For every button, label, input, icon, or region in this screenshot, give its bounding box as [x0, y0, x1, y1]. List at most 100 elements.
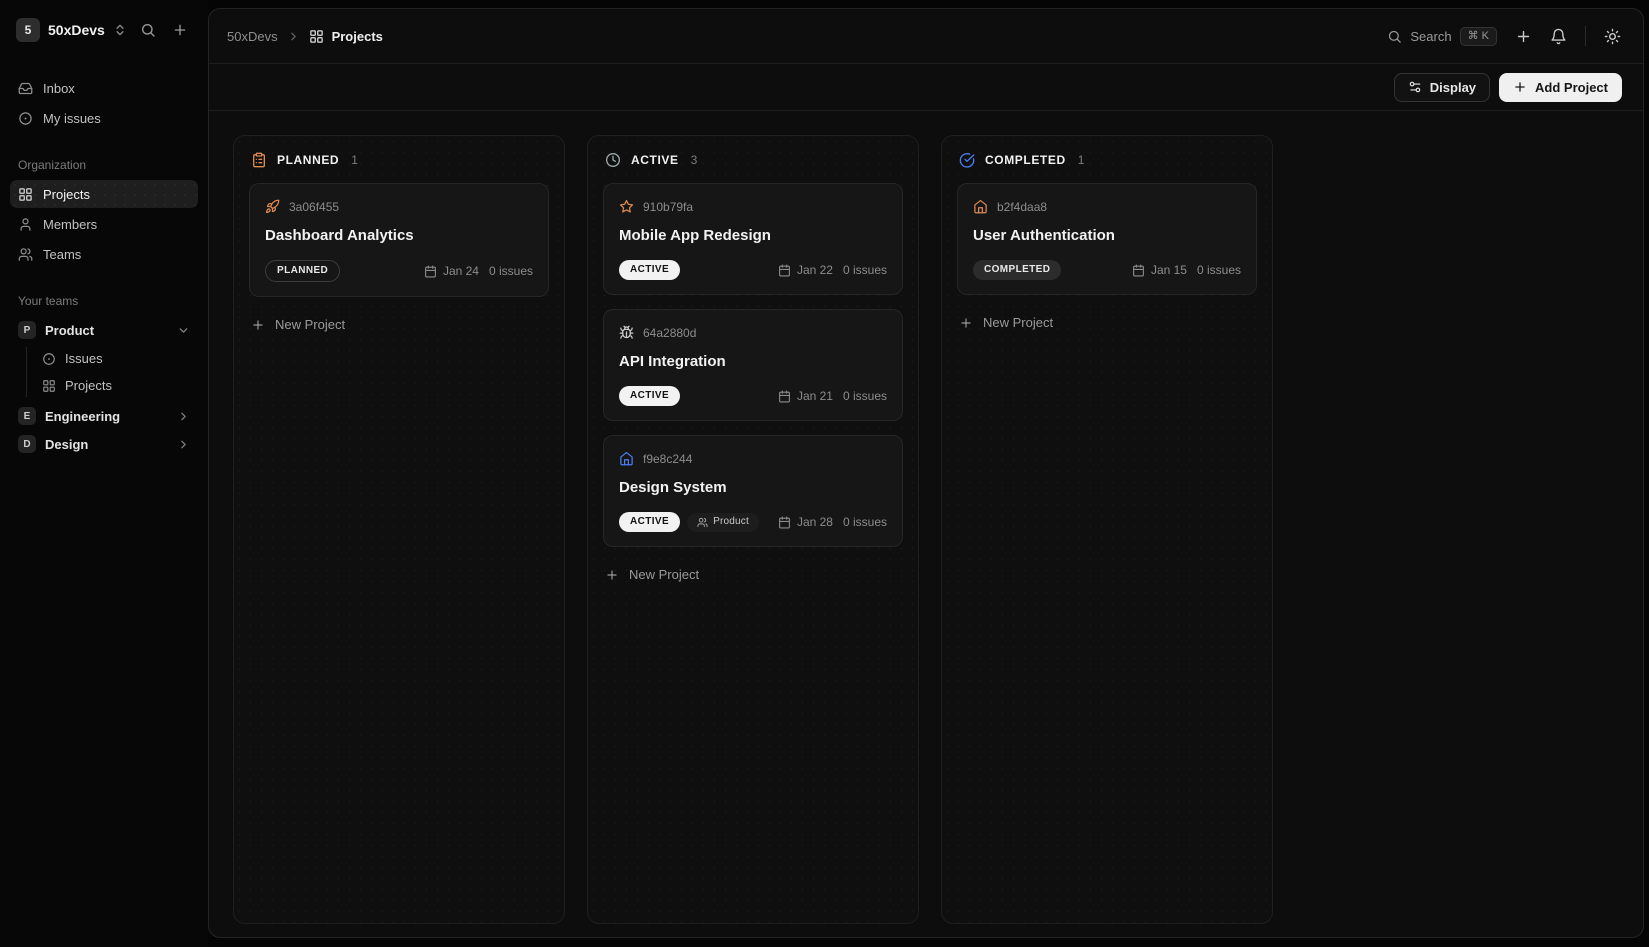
header-divider: [1585, 26, 1586, 46]
chevron-right-icon[interactable]: [177, 410, 190, 423]
chevron-right-icon[interactable]: [177, 438, 190, 451]
target-date: Jan 24: [443, 264, 479, 278]
calendar-icon: [1132, 264, 1145, 277]
breadcrumb-workspace[interactable]: 50xDevs: [227, 29, 278, 44]
global-search[interactable]: Search ⌘ K: [1387, 27, 1497, 46]
team-badge: Product: [687, 513, 759, 532]
teams-nav: P Product Issues Projects E Engineeri: [10, 316, 198, 458]
sun-icon[interactable]: [1604, 28, 1621, 45]
team-initial-badge: D: [18, 435, 36, 453]
team-badge-label: Product: [713, 517, 749, 527]
target-date: Jan 28: [797, 515, 833, 529]
workspace-switcher[interactable]: 5 50xDevs: [10, 16, 198, 44]
team-item-engineering[interactable]: E Engineering: [10, 402, 198, 430]
team-product-children: Issues Projects: [10, 345, 198, 399]
project-id: 910b79fa: [643, 200, 693, 214]
search-shortcut-kbd: ⌘ K: [1460, 27, 1497, 46]
new-project-button[interactable]: New Project: [603, 561, 903, 588]
star-icon: [619, 199, 634, 214]
issue-count: 0 issues: [489, 264, 533, 278]
card-meta: Jan 280 issues: [778, 515, 887, 529]
project-title: User Authentication: [973, 227, 1241, 244]
board-column-planned: PLANNED13a06f455Dashboard AnalyticsPLANN…: [233, 135, 565, 924]
clipboard-icon: [251, 152, 267, 168]
sidebar-nav: Inbox My issues: [10, 74, 198, 132]
new-project-label: New Project: [275, 317, 345, 332]
chevrons-up-down-icon[interactable]: [113, 23, 127, 37]
home-icon: [619, 451, 634, 466]
circle-dot-icon: [42, 352, 56, 366]
card-meta: Jan 24 0 issues: [424, 264, 533, 278]
team-initial-badge: E: [18, 407, 36, 425]
project-id: 64a2880d: [643, 326, 696, 340]
new-project-label: New Project: [983, 315, 1053, 330]
search-icon[interactable]: [140, 22, 156, 38]
sidebar-item-inbox[interactable]: Inbox: [10, 74, 198, 102]
clock-icon: [605, 152, 621, 168]
team-name: Product: [45, 323, 94, 338]
sidebar-item-label: My issues: [43, 111, 101, 126]
team-item-design[interactable]: D Design: [10, 430, 198, 458]
project-card[interactable]: 64a2880dAPI IntegrationACTIVEJan 210 iss…: [603, 309, 903, 421]
users-icon: [18, 247, 33, 262]
sidebar-item-label: Inbox: [43, 81, 75, 96]
status-badge: ACTIVE: [619, 260, 680, 280]
card-meta: Jan 220 issues: [778, 263, 887, 277]
project-card[interactable]: f9e8c244Design SystemACTIVEProductJan 28…: [603, 435, 903, 547]
home-icon: [973, 199, 988, 214]
calendar-icon: [424, 265, 437, 278]
sidebar-item-teams[interactable]: Teams: [10, 240, 198, 268]
card-meta: Jan 21 0 issues: [778, 389, 887, 403]
workspace-name: 50xDevs: [48, 22, 105, 38]
add-project-button[interactable]: Add Project: [1499, 73, 1622, 102]
new-project-label: New Project: [629, 567, 699, 582]
check-circle-icon: [959, 152, 975, 168]
column-header: COMPLETED1: [957, 152, 1257, 168]
status-badge: COMPLETED: [973, 260, 1061, 280]
new-project-button[interactable]: New Project: [957, 309, 1257, 336]
settings-sliders-icon: [1408, 80, 1422, 94]
main-panel: 50xDevs Projects Search ⌘ K: [208, 8, 1644, 938]
plus-icon[interactable]: [1515, 28, 1532, 45]
circle-dot-icon: [18, 111, 33, 126]
team-name: Design: [45, 437, 88, 452]
chevron-down-icon[interactable]: [177, 324, 190, 337]
status-badge: PLANNED: [265, 260, 340, 282]
column-name: PLANNED: [277, 153, 339, 167]
sidebar-subitem-projects[interactable]: Projects: [10, 372, 198, 399]
users-icon: [697, 517, 708, 528]
display-button[interactable]: Display: [1394, 73, 1490, 102]
issue-count: 0 issues: [843, 389, 887, 403]
project-card[interactable]: 3a06f455Dashboard AnalyticsPLANNEDJan 24…: [249, 183, 549, 297]
bell-icon[interactable]: [1550, 28, 1567, 45]
board-toolbar: Display Add Project: [209, 64, 1643, 111]
sidebar-item-projects[interactable]: Projects: [10, 180, 198, 208]
project-id: 3a06f455: [289, 200, 339, 214]
kanban-board: PLANNED13a06f455Dashboard AnalyticsPLANN…: [209, 112, 1643, 937]
sidebar-item-members[interactable]: Members: [10, 210, 198, 238]
sidebar-subitem-issues[interactable]: Issues: [10, 345, 198, 372]
issue-count: 0 issues: [1197, 263, 1241, 277]
header-actions: Search ⌘ K: [1387, 26, 1621, 46]
sidebar-item-my-issues[interactable]: My issues: [10, 104, 198, 132]
section-title-organization: Organization: [10, 158, 198, 172]
column-name: ACTIVE: [631, 153, 679, 167]
breadcrumb-current: Projects: [309, 29, 383, 44]
target-date: Jan 21: [797, 389, 833, 403]
inbox-icon: [18, 81, 33, 96]
display-button-label: Display: [1430, 80, 1476, 95]
calendar-icon: [778, 390, 791, 403]
team-item-product[interactable]: P Product: [10, 316, 198, 344]
card-meta: Jan 150 issues: [1132, 263, 1241, 277]
calendar-icon: [778, 516, 791, 529]
plus-icon[interactable]: [172, 22, 188, 38]
search-icon: [1387, 29, 1402, 44]
section-title-your-teams: Your teams: [10, 294, 198, 308]
new-project-button[interactable]: New Project: [249, 311, 549, 338]
bug-icon: [619, 325, 634, 340]
rocket-icon: [265, 199, 280, 214]
add-project-button-label: Add Project: [1535, 80, 1608, 95]
column-count: 1: [351, 153, 358, 167]
project-card[interactable]: 910b79faMobile App RedesignACTIVEJan 220…: [603, 183, 903, 295]
project-card[interactable]: b2f4daa8User AuthenticationCOMPLETEDJan …: [957, 183, 1257, 295]
